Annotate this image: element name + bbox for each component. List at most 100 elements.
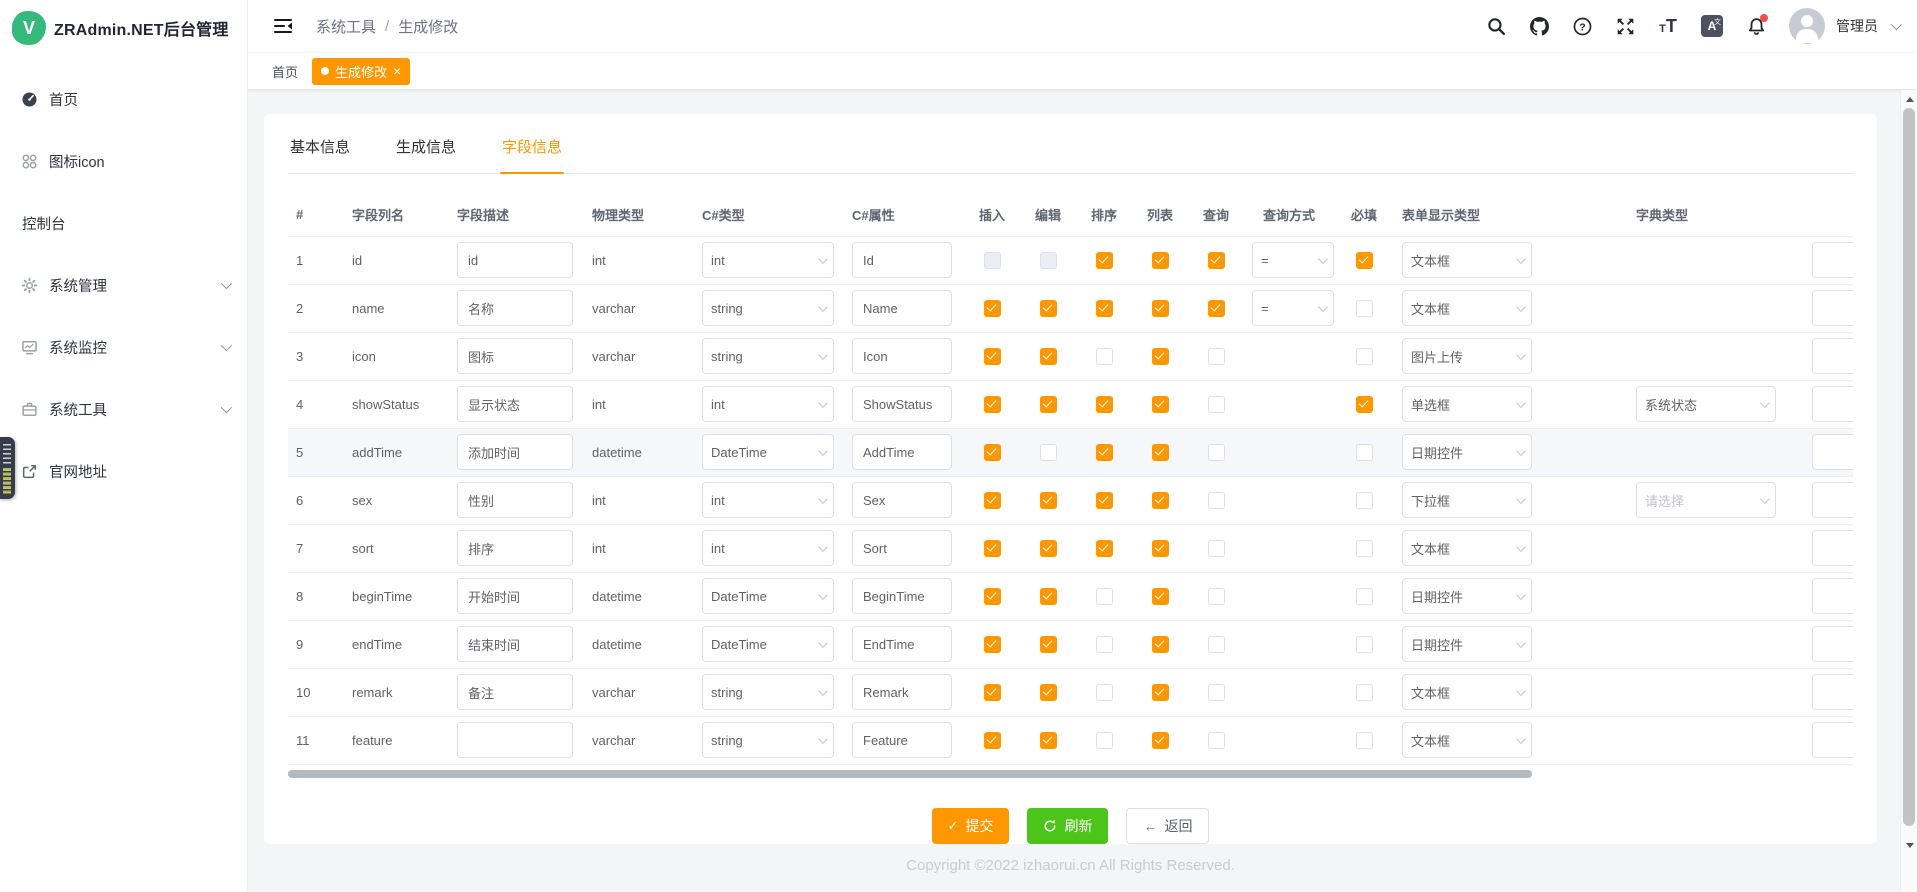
help-icon[interactable]: ? xyxy=(1572,16,1592,36)
cs-property-input[interactable]: EndTime xyxy=(852,626,952,662)
query-checkbox[interactable] xyxy=(1208,252,1225,269)
query-checkbox[interactable] xyxy=(1208,396,1225,413)
fullscreen-icon[interactable] xyxy=(1615,16,1635,36)
query-checkbox[interactable] xyxy=(1208,300,1225,317)
query-checkbox[interactable] xyxy=(1208,684,1225,701)
horizontal-scrollbar-thumb[interactable] xyxy=(288,770,1532,778)
sort-checkbox[interactable] xyxy=(1096,636,1113,653)
avatar[interactable] xyxy=(1789,8,1825,44)
edit-checkbox[interactable] xyxy=(1040,252,1057,269)
display-type-select[interactable]: 日期控件 xyxy=(1402,626,1532,662)
query-type-select[interactable]: = xyxy=(1252,242,1334,278)
query-checkbox[interactable] xyxy=(1208,348,1225,365)
close-icon[interactable]: × xyxy=(393,64,401,78)
sort-checkbox[interactable] xyxy=(1096,732,1113,749)
sort-checkbox[interactable] xyxy=(1096,684,1113,701)
cs-type-select[interactable]: int xyxy=(702,242,834,278)
collapse-menu-icon[interactable] xyxy=(272,15,294,37)
cs-type-select[interactable]: int xyxy=(702,386,834,422)
display-type-select[interactable]: 日期控件 xyxy=(1402,434,1532,470)
sort-checkbox[interactable] xyxy=(1096,300,1113,317)
tag-active[interactable]: 生成修改 × xyxy=(312,58,410,85)
column-desc-input[interactable]: id xyxy=(457,242,573,278)
list-checkbox[interactable] xyxy=(1152,396,1169,413)
cs-property-input[interactable]: AddTime xyxy=(852,434,952,470)
insert-checkbox[interactable] xyxy=(984,588,1001,605)
list-checkbox[interactable] xyxy=(1152,636,1169,653)
sort-checkbox[interactable] xyxy=(1096,348,1113,365)
cs-property-input[interactable]: Feature xyxy=(852,722,952,758)
tab-field-info[interactable]: 字段信息 xyxy=(500,132,564,173)
column-desc-input[interactable] xyxy=(457,722,573,758)
sidebar-item-official-site[interactable]: 官网地址 xyxy=(0,440,247,502)
cs-type-select[interactable]: DateTime xyxy=(702,626,834,662)
sort-checkbox[interactable] xyxy=(1096,396,1113,413)
edit-checkbox[interactable] xyxy=(1040,300,1057,317)
scroll-down-arrow-icon[interactable] xyxy=(1901,838,1917,852)
cs-property-input[interactable]: Sex xyxy=(852,482,952,518)
translate-icon[interactable] xyxy=(1701,15,1723,37)
list-checkbox[interactable] xyxy=(1152,252,1169,269)
sort-checkbox[interactable] xyxy=(1096,492,1113,509)
trailing-input[interactable] xyxy=(1812,242,1853,278)
tab-basic-info[interactable]: 基本信息 xyxy=(288,132,352,173)
list-checkbox[interactable] xyxy=(1152,540,1169,557)
display-type-select[interactable]: 文本框 xyxy=(1402,722,1532,758)
column-desc-input[interactable]: 添加时间 xyxy=(457,434,573,470)
tab-generate-info[interactable]: 生成信息 xyxy=(394,132,458,173)
vertical-scrollbar-thumb[interactable] xyxy=(1903,108,1915,826)
edit-checkbox[interactable] xyxy=(1040,396,1057,413)
trailing-input[interactable] xyxy=(1812,722,1853,758)
trailing-input[interactable] xyxy=(1812,674,1853,710)
query-checkbox[interactable] xyxy=(1208,540,1225,557)
sidebar-item-home[interactable]: 首页 xyxy=(0,68,247,130)
sort-checkbox[interactable] xyxy=(1096,252,1113,269)
cs-property-input[interactable]: Id xyxy=(852,242,952,278)
required-checkbox[interactable] xyxy=(1356,588,1373,605)
tag-home[interactable]: 首页 xyxy=(272,62,298,81)
edit-checkbox[interactable] xyxy=(1040,444,1057,461)
trailing-input[interactable] xyxy=(1812,626,1853,662)
column-desc-input[interactable]: 排序 xyxy=(457,530,573,566)
user-name[interactable]: 管理员 xyxy=(1836,16,1878,36)
insert-checkbox[interactable] xyxy=(984,636,1001,653)
edit-checkbox[interactable] xyxy=(1040,588,1057,605)
column-desc-input[interactable]: 开始时间 xyxy=(457,578,573,614)
scroll-up-arrow-icon[interactable] xyxy=(1901,92,1917,106)
insert-checkbox[interactable] xyxy=(984,300,1001,317)
query-checkbox[interactable] xyxy=(1208,636,1225,653)
cs-type-select[interactable]: string xyxy=(702,290,834,326)
insert-checkbox[interactable] xyxy=(984,732,1001,749)
breadcrumb-parent[interactable]: 系统工具 xyxy=(316,16,376,37)
cs-property-input[interactable]: ShowStatus xyxy=(852,386,952,422)
insert-checkbox[interactable] xyxy=(984,540,1001,557)
cs-type-select[interactable]: string xyxy=(702,722,834,758)
list-checkbox[interactable] xyxy=(1152,732,1169,749)
edit-checkbox[interactable] xyxy=(1040,348,1057,365)
back-button[interactable]: 返回 xyxy=(1126,808,1209,844)
query-checkbox[interactable] xyxy=(1208,444,1225,461)
trailing-input[interactable] xyxy=(1812,338,1853,374)
cs-property-input[interactable]: BeginTime xyxy=(852,578,952,614)
trailing-input[interactable] xyxy=(1812,386,1853,422)
list-checkbox[interactable] xyxy=(1152,444,1169,461)
submit-button[interactable]: 提交 xyxy=(932,808,1010,844)
cs-type-select[interactable]: int xyxy=(702,482,834,518)
required-checkbox[interactable] xyxy=(1356,444,1373,461)
insert-checkbox[interactable] xyxy=(984,396,1001,413)
list-checkbox[interactable] xyxy=(1152,300,1169,317)
sort-checkbox[interactable] xyxy=(1096,444,1113,461)
cs-property-input[interactable]: Icon xyxy=(852,338,952,374)
sort-checkbox[interactable] xyxy=(1096,540,1113,557)
column-desc-input[interactable]: 名称 xyxy=(457,290,573,326)
cs-property-input[interactable]: Name xyxy=(852,290,952,326)
required-checkbox[interactable] xyxy=(1356,348,1373,365)
query-checkbox[interactable] xyxy=(1208,588,1225,605)
insert-checkbox[interactable] xyxy=(984,444,1001,461)
sidebar-item-system-monitor[interactable]: 系统监控 xyxy=(0,316,247,378)
required-checkbox[interactable] xyxy=(1356,396,1373,413)
query-checkbox[interactable] xyxy=(1208,732,1225,749)
code-preview-handle[interactable] xyxy=(0,437,15,499)
column-desc-input[interactable]: 图标 xyxy=(457,338,573,374)
display-type-select[interactable]: 文本框 xyxy=(1402,674,1532,710)
